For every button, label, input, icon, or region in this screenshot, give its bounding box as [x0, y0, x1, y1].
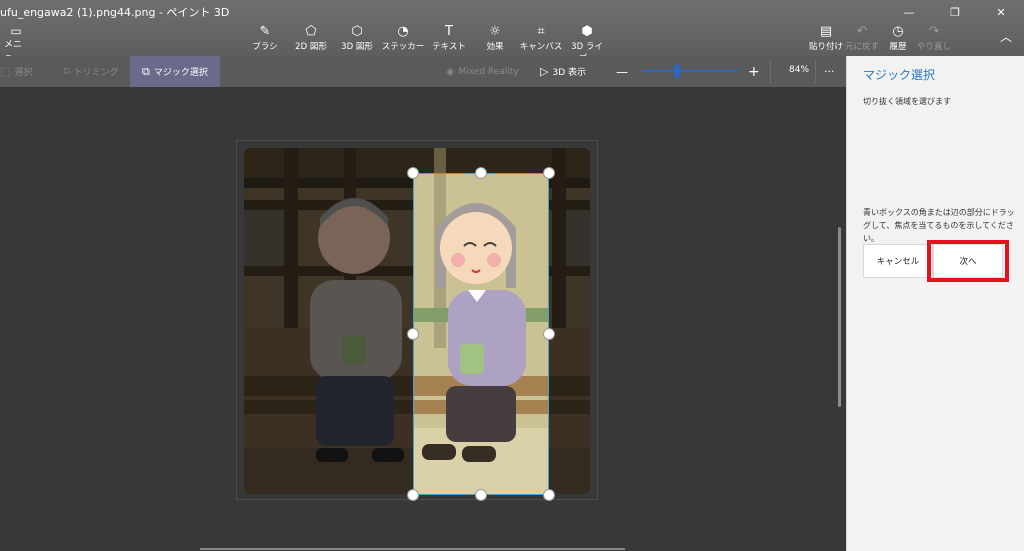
collapse-chevron-icon[interactable]: ︿ [1000, 28, 1012, 45]
zoom-slider-track[interactable] [642, 70, 738, 72]
tool-label: やり直し [916, 42, 951, 52]
zoom-slider-thumb[interactable] [673, 64, 680, 78]
zoom-level: 84% [789, 65, 810, 75]
tool-label: 3D 図形 [341, 42, 373, 52]
2d-shapes-icon: ⬠ [305, 24, 317, 39]
window-title: ufu_engawa2 (1).png44.png - ペイント 3D [0, 6, 230, 19]
tool-label: 元に戻す [844, 42, 879, 52]
folder-icon: ▭ [10, 24, 22, 38]
panel-title: マジック選択 [863, 68, 936, 82]
zoom-in-button[interactable]: + [748, 56, 760, 87]
sub-toolbar: ⬚ 選択 ⌑ トリミング ⧉ マジック選択 ◈ Mixed Reality ▷ … [0, 56, 846, 87]
tool-label: ブラシ [252, 42, 278, 52]
horizontal-scrollbar[interactable] [200, 548, 625, 550]
history-icon: ◷ [892, 24, 904, 39]
text-icon: T [445, 24, 453, 39]
mixed-reality-label: Mixed Reality [458, 66, 519, 77]
selection-handle-top-right[interactable] [543, 167, 555, 179]
zoom-out-button[interactable]: — [616, 56, 628, 87]
paste-icon: ▤ [819, 24, 833, 39]
panel-subtitle: 切り抜く領域を選びます [863, 97, 951, 106]
title-toolbar-band: ufu_engawa2 (1).png44.png - ペイント 3D — ❐ … [0, 0, 1024, 64]
view-3d-button[interactable]: ▷ 3D 表示 [540, 56, 586, 87]
vertical-scrollbar[interactable] [838, 227, 841, 407]
effects-icon: ☼ [489, 24, 501, 39]
selection-handle-bottom-right[interactable] [543, 489, 555, 501]
view-3d-icon: ▷ [540, 65, 549, 78]
edit-tools: ▤ 貼り付け ↶ 元に戻す ◷ 履歴 ↷ やり直し [808, 24, 952, 53]
selection-handle-bottom[interactable] [475, 489, 487, 501]
tool-label: 履歴 [889, 42, 907, 52]
minimize-button[interactable]: — [886, 0, 932, 24]
magic-selection-box[interactable] [413, 173, 549, 495]
tool-label: テキスト [432, 42, 466, 52]
trimming-tool[interactable]: ⌑ トリミング [64, 56, 119, 87]
tool-label: 2D 図形 [295, 42, 327, 52]
close-button[interactable]: ✕ [978, 0, 1024, 24]
title-bar: ufu_engawa2 (1).png44.png - ペイント 3D — ❐ … [0, 0, 1024, 24]
selection-handle-top[interactable] [475, 167, 487, 179]
undo-button[interactable]: ↶ 元に戻す [844, 24, 880, 53]
window-controls: — ❐ ✕ [886, 0, 1024, 24]
magic-select-tool[interactable]: ⧉ マジック選択 [130, 56, 220, 87]
selection-handle-top-left[interactable] [407, 167, 419, 179]
mixed-reality-button[interactable]: ◈ Mixed Reality [446, 56, 519, 87]
select-label: 選択 [14, 68, 33, 78]
more-options-button[interactable]: ··· [824, 56, 835, 87]
paste-button[interactable]: ▤ 貼り付け [808, 24, 844, 53]
magic-select-panel: マジック選択 切り抜く領域を選びます 青いボックスの角または辺の部分にドラッグし… [846, 56, 1024, 551]
brush-icon: ✎ [259, 24, 271, 39]
maximize-button[interactable]: ❐ [932, 0, 978, 24]
3d-library-icon: ⬢ [581, 24, 593, 39]
redo-icon: ↷ [928, 24, 940, 39]
select-icon: ⬚ [0, 65, 11, 78]
divider [770, 60, 771, 83]
view-3d-label: 3D 表示 [552, 68, 586, 78]
3d-shapes-icon: ⬡ [351, 24, 363, 39]
magic-select-icon: ⧉ [142, 64, 150, 78]
selection-handle-left[interactable] [407, 328, 419, 340]
tool-label: ステッカー [381, 42, 425, 52]
tool-label: 効果 [486, 42, 504, 52]
magic-select-label: マジック選択 [153, 68, 208, 78]
select-tool[interactable]: ⬚ 選択 [0, 56, 32, 87]
crop-icon: ⌑ [64, 65, 70, 78]
divider [219, 60, 220, 83]
undo-icon: ↶ [856, 24, 868, 39]
selection-handle-right[interactable] [543, 328, 555, 340]
tool-label: 貼り付け [808, 42, 843, 52]
canvas-icon: ⌗ [537, 24, 545, 39]
sticker-icon: ◔ [397, 24, 409, 39]
trimming-label: トリミング [73, 68, 119, 78]
selection-handle-bottom-left[interactable] [407, 489, 419, 501]
divider [815, 60, 816, 83]
tool-label: キャンバス [519, 42, 563, 52]
redo-button[interactable]: ↷ やり直し [916, 24, 952, 53]
cancel-button[interactable]: キャンセル [863, 244, 933, 278]
mixed-reality-icon: ◈ [446, 65, 455, 78]
history-button[interactable]: ◷ 履歴 [880, 24, 916, 53]
highlight-annotation-box [927, 240, 1009, 282]
